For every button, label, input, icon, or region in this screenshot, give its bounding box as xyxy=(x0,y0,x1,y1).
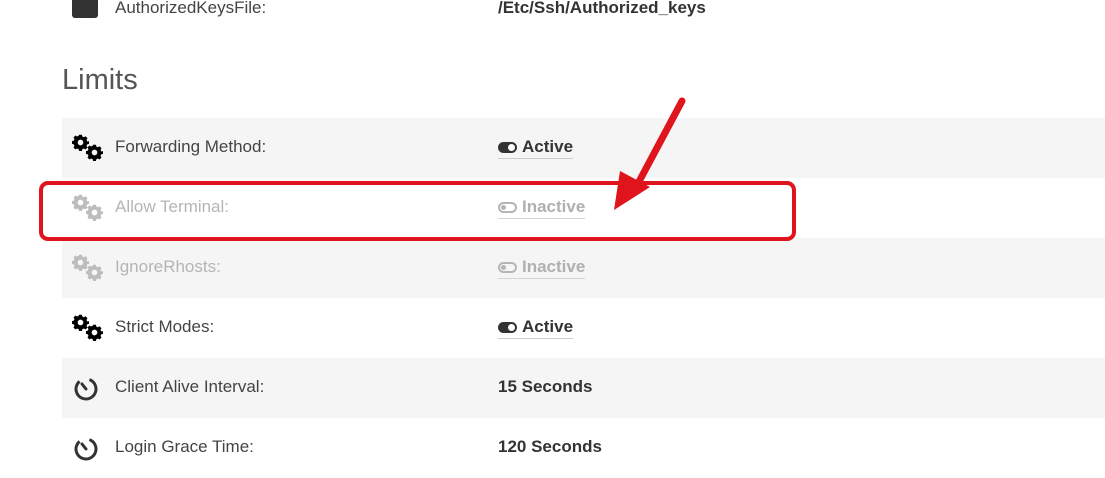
setting-row-client-alive-interval: Client Alive Interval: 15 Seconds xyxy=(62,358,1105,418)
setting-row-strict-modes: Strict Modes: Active xyxy=(62,298,1105,358)
timer-icon xyxy=(72,374,106,404)
forwarding-toggle[interactable]: Active xyxy=(498,137,574,159)
setting-value: Inactive xyxy=(498,257,586,279)
limits-list: Forwarding Method: Active Allow Terminal… xyxy=(62,118,1105,478)
setting-value: Active xyxy=(498,137,574,159)
gears-icon xyxy=(72,134,106,164)
gears-icon xyxy=(72,254,106,284)
setting-row-forwarding-method: Forwarding Method: Active xyxy=(62,118,1105,178)
setting-value: 120 Seconds xyxy=(498,437,602,456)
strict-modes-toggle[interactable]: Active xyxy=(498,317,574,339)
setting-value: 15 Seconds xyxy=(498,377,593,396)
authorized-keys-value: /Etc/Ssh/Authorized_keys xyxy=(498,0,706,17)
setting-label: Login Grace Time: xyxy=(115,437,254,456)
setting-label: Client Alive Interval: xyxy=(115,377,265,396)
authorized-keys-row: AuthorizedKeysFile: /Etc/Ssh/Authorized_… xyxy=(62,0,1105,22)
toggle-label: Active xyxy=(522,317,574,336)
toggle-on-icon xyxy=(498,141,517,153)
toggle-label: Active xyxy=(522,137,574,156)
toggle-off-icon xyxy=(498,261,517,273)
annotation-arrow-icon xyxy=(614,97,686,210)
timer-icon xyxy=(72,434,106,464)
authorized-keys-label: AuthorizedKeysFile: xyxy=(115,0,267,17)
section-title: Limits xyxy=(62,64,138,96)
setting-label: Strict Modes: xyxy=(115,317,215,336)
setting-row-login-grace-time: Login Grace Time: 120 Seconds xyxy=(62,418,1105,478)
setting-label: Forwarding Method: xyxy=(115,137,267,156)
setting-value: Active xyxy=(498,317,574,339)
toggle-on-icon xyxy=(498,321,517,333)
key-file-icon xyxy=(72,0,98,18)
toggle-label: Inactive xyxy=(522,257,586,276)
setting-row-ignore-rhosts: IgnoreRhosts: Inactive xyxy=(62,238,1105,298)
ignore-rhosts-toggle[interactable]: Inactive xyxy=(498,257,586,279)
setting-label: IgnoreRhosts: xyxy=(115,257,221,276)
gears-icon xyxy=(72,314,106,344)
